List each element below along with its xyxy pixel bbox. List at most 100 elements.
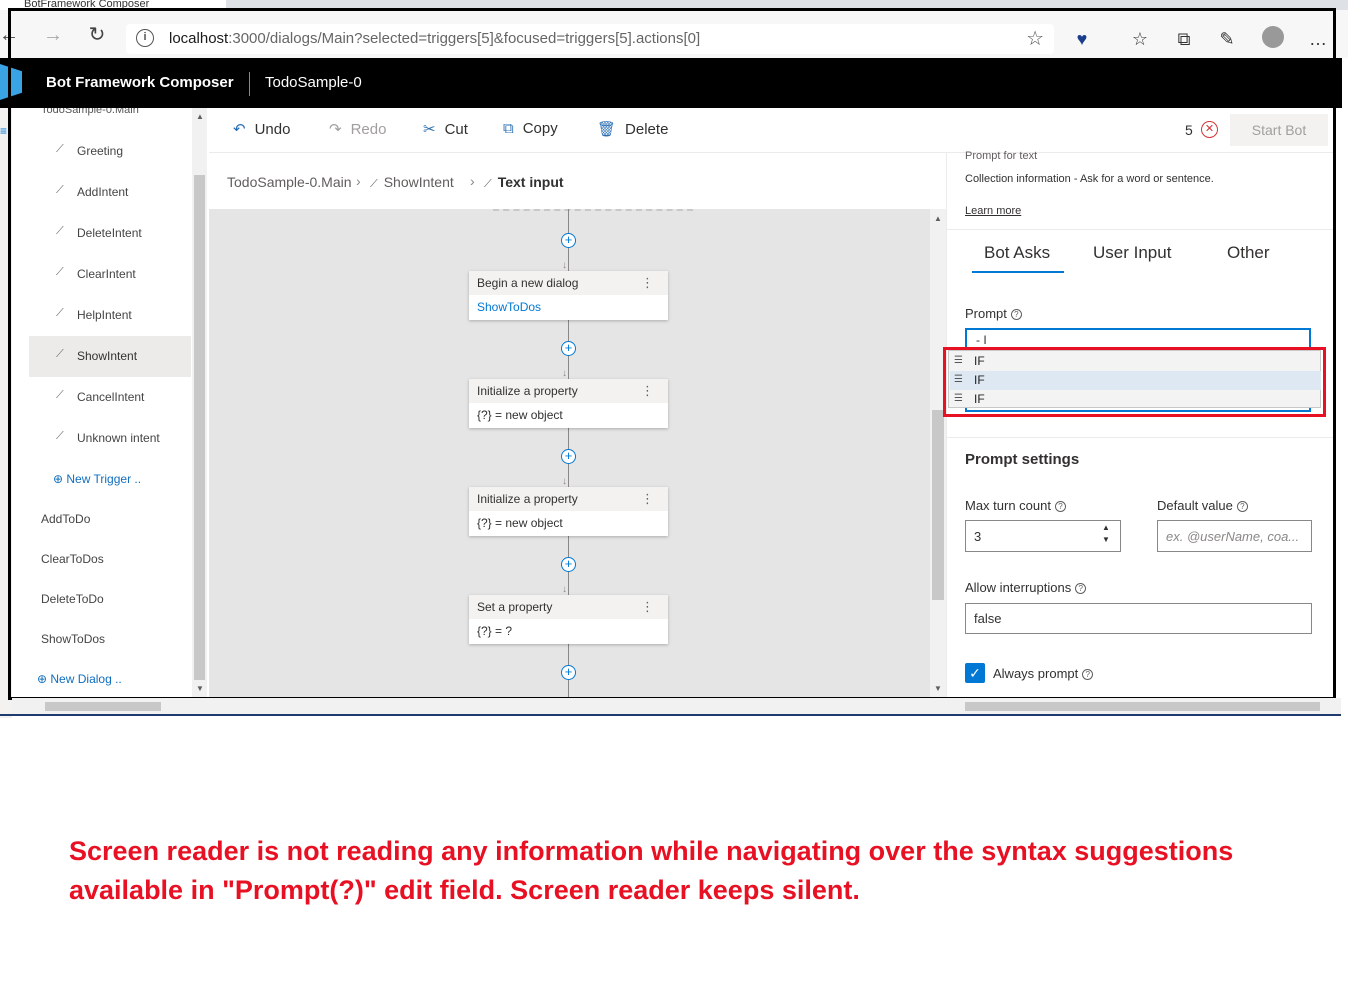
add-action-icon[interactable]: + xyxy=(561,233,576,248)
flow-arrow-icon: ↓ xyxy=(562,368,567,379)
action-node[interactable]: Begin a new dialog ⋮ ShowToDos xyxy=(469,271,668,320)
learn-more-link[interactable]: Learn more xyxy=(965,205,1021,217)
delete-icon: 🗑 xyxy=(597,121,617,138)
more-options-icon[interactable]: ⋮ xyxy=(641,491,654,507)
flow-arrow-icon: ↓ xyxy=(562,476,567,487)
dialog-deletetodo[interactable]: DeleteToDo xyxy=(41,592,104,606)
trigger-deleteintent[interactable]: ⟋ DeleteIntent xyxy=(29,213,191,254)
refresh-icon[interactable]: ↻ xyxy=(84,22,110,48)
always-prompt-checkbox[interactable]: ✓ xyxy=(965,663,985,683)
chevron-right-icon: › xyxy=(356,173,361,189)
favorites-icon[interactable]: ☆ xyxy=(1127,26,1153,52)
browser-essentials-icon[interactable]: ♥ xyxy=(1069,26,1095,52)
url-text: localhost:3000/dialogs/Main?selected=tri… xyxy=(169,30,701,47)
undo-button[interactable]: ↶ Undo xyxy=(233,120,290,138)
action-description: Collection information - Ask for a word … xyxy=(965,173,1214,185)
nav-root-dialog[interactable]: TodoSample-0.Main xyxy=(41,108,139,116)
copy-button[interactable]: ⧉ Copy xyxy=(503,120,558,137)
action-node[interactable]: Initialize a property ⋮ {?} = new object xyxy=(469,487,668,536)
trigger-helpintent[interactable]: ⟋ HelpIntent xyxy=(29,295,191,336)
breadcrumb-item-trigger[interactable]: ⟋ ShowIntent xyxy=(370,174,454,191)
node-dialog-link[interactable]: ShowToDos xyxy=(477,300,541,314)
tab-user-input[interactable]: User Input xyxy=(1093,243,1171,263)
max-turn-count-field[interactable] xyxy=(965,520,1121,552)
address-bar[interactable]: i localhost:3000/dialogs/Main?selected=t… xyxy=(126,24,1054,54)
dialog-navigation-tree: TodoSample-0.Main ⟋ Greeting ⟋ AddIntent ⟋… xyxy=(29,108,191,698)
redo-button[interactable]: ↷ Redo xyxy=(329,120,386,138)
help-icon[interactable]: ? xyxy=(1082,669,1094,680)
favorite-star-icon[interactable]: ☆ xyxy=(1026,26,1044,51)
bot-name: TodoSample-0 xyxy=(265,74,362,91)
forward-icon[interactable]: → xyxy=(40,22,66,48)
trigger-addintent[interactable]: ⟋ AddIntent xyxy=(29,172,191,213)
collections-icon[interactable]: ⧉ xyxy=(1171,26,1197,52)
scroll-down-arrow-icon[interactable]: ▼ xyxy=(934,684,942,693)
tab-bot-asks[interactable]: Bot Asks xyxy=(984,243,1050,263)
hamburger-icon[interactable]: ≡ xyxy=(0,124,7,138)
trigger-showintent[interactable]: ⟋ ShowIntent xyxy=(29,336,191,377)
trigger-icon: ⟋ xyxy=(56,266,64,278)
active-tab-indicator xyxy=(972,271,1064,273)
add-circle-icon: ⊕ xyxy=(53,472,67,486)
error-icon[interactable]: ✕ xyxy=(1201,121,1218,138)
feedback-icon[interactable]: ✎ xyxy=(1214,26,1240,52)
node-title: Set a property xyxy=(469,595,668,619)
cut-button[interactable]: ✂ Cut xyxy=(423,120,468,138)
node-title: Initialize a property xyxy=(469,487,668,511)
help-icon[interactable]: ? xyxy=(1236,501,1248,512)
trigger-clearintent[interactable]: ⟋ ClearIntent xyxy=(29,254,191,295)
trigger-greeting[interactable]: ⟋ Greeting xyxy=(29,131,191,172)
help-icon[interactable]: ? xyxy=(1055,501,1066,512)
back-icon[interactable]: ← xyxy=(0,22,22,48)
dialog-showtodos[interactable]: ShowToDos xyxy=(41,632,105,646)
new-dialog-link[interactable]: ⊕ New Dialog .. xyxy=(37,672,122,686)
scroll-up-arrow-icon[interactable]: ▲ xyxy=(934,214,942,223)
trigger-cancelintent[interactable]: ⟋ CancelIntent xyxy=(29,377,191,418)
profile-avatar[interactable] xyxy=(1262,26,1284,48)
trigger-icon: ⟋ xyxy=(56,307,64,319)
breadcrumb-item-dialog[interactable]: TodoSample-0.Main xyxy=(227,174,352,190)
allow-interruptions-field[interactable] xyxy=(965,603,1312,634)
add-action-icon[interactable]: + xyxy=(561,341,576,356)
node-body: {?} = ? xyxy=(477,624,513,638)
tab-other[interactable]: Other xyxy=(1227,243,1270,263)
prompt-settings-title: Prompt settings xyxy=(965,451,1080,468)
more-options-icon[interactable]: ⋮ xyxy=(641,275,654,291)
scroll-down-arrow-icon[interactable]: ▼ xyxy=(196,684,204,693)
allow-interruptions-value: false xyxy=(974,611,1002,626)
new-trigger-link[interactable]: ⊕ New Trigger .. xyxy=(53,472,141,486)
more-options-icon[interactable]: ⋮ xyxy=(641,599,654,615)
node-title: Begin a new dialog xyxy=(469,271,668,295)
add-action-icon[interactable]: + xyxy=(561,557,576,572)
node-title: Initialize a property xyxy=(469,379,668,403)
add-action-icon[interactable]: + xyxy=(561,665,576,680)
flow-arrow-icon: ↓ xyxy=(562,584,567,595)
breadcrumb-item-action[interactable]: ⟋ Text input xyxy=(484,174,564,191)
scroll-up-arrow-icon[interactable]: ▲ xyxy=(196,112,204,121)
canvas-scrollbar-thumb[interactable] xyxy=(932,410,944,600)
spin-arrows-icon[interactable]: ▲ ▼ xyxy=(1102,522,1110,546)
trigger-icon: ⟋ xyxy=(56,430,64,442)
error-count[interactable]: 5 xyxy=(1185,122,1193,138)
dialog-addtodo[interactable]: AddToDo xyxy=(41,512,90,526)
divider xyxy=(946,229,1335,230)
horizontal-scrollbar-thumb[interactable] xyxy=(965,702,1320,711)
help-icon[interactable]: ? xyxy=(1075,583,1087,594)
annotation-text: Screen reader is not reading any informa… xyxy=(69,836,1234,905)
help-icon[interactable]: ? xyxy=(1010,309,1022,320)
more-menu-icon[interactable]: … xyxy=(1305,26,1331,52)
action-node[interactable]: Initialize a property ⋮ {?} = new object xyxy=(469,379,668,428)
start-bot-button[interactable]: Start Bot xyxy=(1230,114,1328,146)
trigger-unknown-intent[interactable]: ⟋ Unknown intent xyxy=(29,418,191,459)
dialog-cleartodos[interactable]: ClearToDos xyxy=(41,552,104,566)
screenshot-frame xyxy=(8,8,11,700)
horizontal-scrollbar-thumb[interactable] xyxy=(45,702,161,711)
action-node[interactable]: Set a property ⋮ {?} = ? xyxy=(469,595,668,644)
screenshot-frame xyxy=(8,8,1336,11)
nav-scrollbar-thumb[interactable] xyxy=(194,175,205,680)
site-info-icon[interactable]: i xyxy=(136,29,154,47)
delete-button[interactable]: 🗑 Delete xyxy=(597,120,668,138)
undo-icon: ↶ xyxy=(233,121,246,138)
add-action-icon[interactable]: + xyxy=(561,449,576,464)
more-options-icon[interactable]: ⋮ xyxy=(641,383,654,399)
